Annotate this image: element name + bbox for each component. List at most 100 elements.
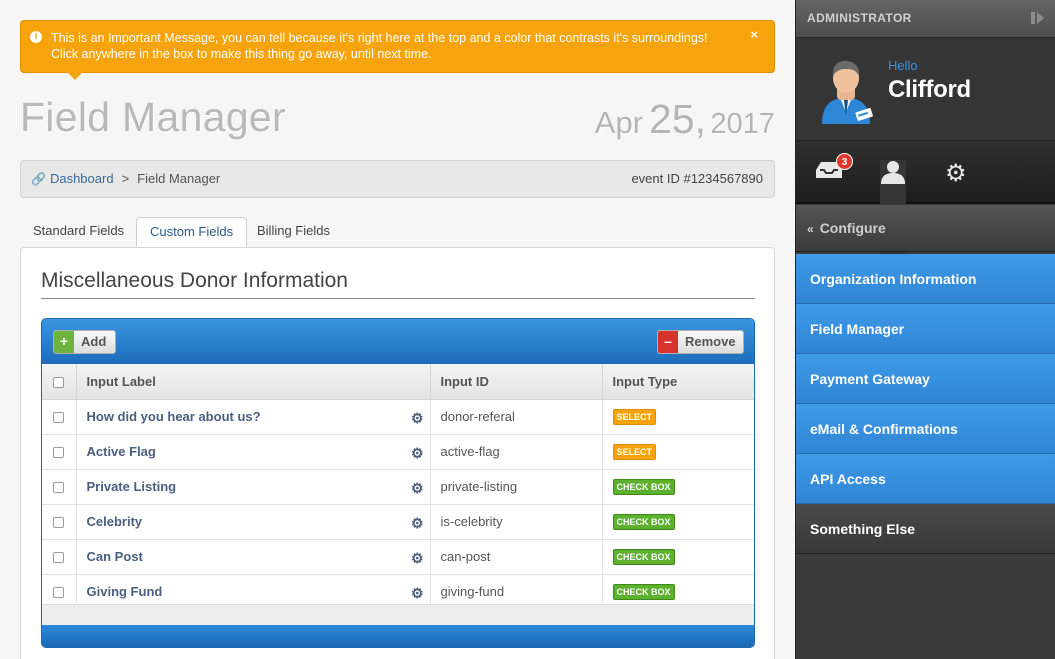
sidebar-item-api-access[interactable]: API Access <box>796 454 1055 504</box>
double-chevron-left-icon: « <box>807 222 814 236</box>
fields-grid: + Add – Remove Input Label Input ID Inpu… <box>41 318 755 648</box>
date-year: 2017 <box>710 108 775 140</box>
important-message-alert[interactable]: i This is an Important Message, you can … <box>20 20 775 80</box>
date-display: Apr 25, 2017 <box>595 96 775 143</box>
tab-standard-fields[interactable]: Standard Fields <box>20 217 137 249</box>
input-type-cell: SELECT <box>602 434 754 470</box>
input-type-cell: CHECK BOX <box>602 504 754 540</box>
table-row[interactable]: Can Post ⚙ can-post CHECK BOX <box>42 539 754 575</box>
grid-toolbar: + Add – Remove <box>42 319 754 364</box>
gear-icon[interactable]: ⚙ <box>411 445 424 462</box>
row-checkbox-cell <box>42 469 77 505</box>
input-label[interactable]: How did you hear about us? <box>87 409 261 424</box>
input-label[interactable]: Private Listing <box>87 479 177 494</box>
input-id-cell: donor-referal <box>430 399 603 435</box>
select-all-cell <box>42 364 77 400</box>
gear-icon[interactable]: ⚙ <box>945 159 967 188</box>
event-id: event ID #1234567890 <box>631 171 763 186</box>
configure-toggle[interactable]: « Configure <box>796 205 1055 252</box>
input-type-badge: CHECK BOX <box>612 479 675 495</box>
username: Clifford <box>888 76 971 103</box>
input-label-cell[interactable]: Can Post ⚙ <box>76 539 431 575</box>
gear-icon[interactable]: ⚙ <box>411 550 424 567</box>
greeting: Hello <box>888 58 918 73</box>
row-checkbox-cell <box>42 504 77 540</box>
page-title: Field Manager <box>20 94 286 140</box>
input-type-cell: CHECK BOX <box>602 469 754 505</box>
row-checkbox-cell <box>42 434 77 470</box>
row-checkbox[interactable] <box>53 482 65 494</box>
sidebar-header: ADMINISTRATOR <box>796 0 1055 37</box>
minus-icon: – <box>658 331 678 353</box>
input-type-badge: SELECT <box>612 409 657 425</box>
input-label-cell[interactable]: Private Listing ⚙ <box>76 469 431 505</box>
breadcrumb-dashboard-link[interactable]: Dashboard <box>50 171 114 186</box>
grid-footer <box>42 625 754 647</box>
user-profile: Hello Clifford <box>796 37 1055 140</box>
notification-badge: 3 <box>836 153 853 170</box>
sidebar-icon-bar: 3 ⚙ <box>796 140 1055 262</box>
input-id-cell: private-listing <box>430 469 603 505</box>
remove-button[interactable]: – Remove <box>657 330 744 354</box>
sidebar-item-something-else[interactable]: Something Else <box>796 504 1055 554</box>
breadcrumb-current: Field Manager <box>137 171 221 186</box>
breadcrumb-separator: > <box>121 171 130 186</box>
close-icon[interactable]: × <box>750 27 758 43</box>
sidebar-item-field-manager[interactable]: Field Manager <box>796 304 1055 354</box>
input-type-badge: SELECT <box>612 444 657 460</box>
input-type-cell: CHECK BOX <box>602 539 754 575</box>
panel-heading: Miscellaneous Donor Information <box>41 269 755 299</box>
sidebar-item-organization-information[interactable]: Organization Information <box>796 254 1055 304</box>
row-checkbox[interactable] <box>53 552 65 564</box>
row-checkbox[interactable] <box>53 447 65 459</box>
gear-icon[interactable]: ⚙ <box>411 410 424 427</box>
row-checkbox-cell <box>42 399 77 435</box>
column-header-input-label[interactable]: Input Label <box>76 364 431 400</box>
date-month: Apr <box>594 105 644 140</box>
table-header-row: Input Label Input ID Input Type <box>42 364 754 400</box>
collapse-sidebar-icon[interactable] <box>1031 12 1045 24</box>
breadcrumb: 🔗 Dashboard > Field Manager event ID #12345… <box>20 160 775 198</box>
row-checkbox[interactable] <box>53 587 65 599</box>
sidebar: ADMINISTRATOR Hello Clifford 3 ⚙ « Config… <box>795 0 1055 659</box>
grid-footer-bar <box>42 604 754 625</box>
input-type-badge: CHECK BOX <box>612 584 675 600</box>
row-checkbox-cell <box>42 539 77 575</box>
column-header-input-id[interactable]: Input ID <box>430 364 603 400</box>
info-icon: i <box>30 31 42 43</box>
row-checkbox[interactable] <box>53 517 65 529</box>
remove-button-label: Remove <box>685 334 736 349</box>
alert-text: This is an Important Message, you can te… <box>51 31 708 61</box>
link-icon: 🔗 <box>31 172 46 186</box>
input-label-cell[interactable]: Active Flag ⚙ <box>76 434 431 470</box>
configure-label: Configure <box>819 220 886 236</box>
sidebar-item-email-confirmations[interactable]: eMail & Confirmations <box>796 404 1055 454</box>
fields-table: Input Label Input ID Input Type How did … <box>42 364 754 610</box>
input-label[interactable]: Giving Fund <box>87 584 163 599</box>
table-row[interactable]: Private Listing ⚙ private-listing CHECK BOX <box>42 469 754 505</box>
input-label-cell[interactable]: Celebrity ⚙ <box>76 504 431 540</box>
row-checkbox[interactable] <box>53 412 65 424</box>
tab-billing-fields[interactable]: Billing Fields <box>244 217 343 249</box>
add-button[interactable]: + Add <box>53 330 116 354</box>
input-id-cell: can-post <box>430 539 603 575</box>
gear-icon[interactable]: ⚙ <box>411 480 424 497</box>
sidebar-item-payment-gateway[interactable]: Payment Gateway <box>796 354 1055 404</box>
tab-custom-fields[interactable]: Custom Fields <box>136 217 248 249</box>
table-row[interactable]: How did you hear about us? ⚙ donor-referal… <box>42 399 754 435</box>
gear-icon[interactable]: ⚙ <box>411 515 424 532</box>
input-label[interactable]: Celebrity <box>87 514 143 529</box>
column-header-input-type[interactable]: Input Type <box>602 364 754 400</box>
add-button-label: Add <box>81 334 107 349</box>
select-all-checkbox[interactable] <box>53 376 65 388</box>
input-type-badge: CHECK BOX <box>612 549 675 565</box>
gear-icon[interactable]: ⚙ <box>411 585 424 602</box>
sidebar-header-title: ADMINISTRATOR <box>807 11 912 25</box>
table-row[interactable]: Active Flag ⚙ active-flag SELECT <box>42 434 754 470</box>
input-id-cell: is-celebrity <box>430 504 603 540</box>
input-label-cell[interactable]: How did you hear about us? ⚙ <box>76 399 431 435</box>
input-type-cell: SELECT <box>602 399 754 435</box>
input-label[interactable]: Active Flag <box>87 444 156 459</box>
input-label[interactable]: Can Post <box>87 549 143 564</box>
table-row[interactable]: Celebrity ⚙ is-celebrity CHECK BOX <box>42 504 754 540</box>
